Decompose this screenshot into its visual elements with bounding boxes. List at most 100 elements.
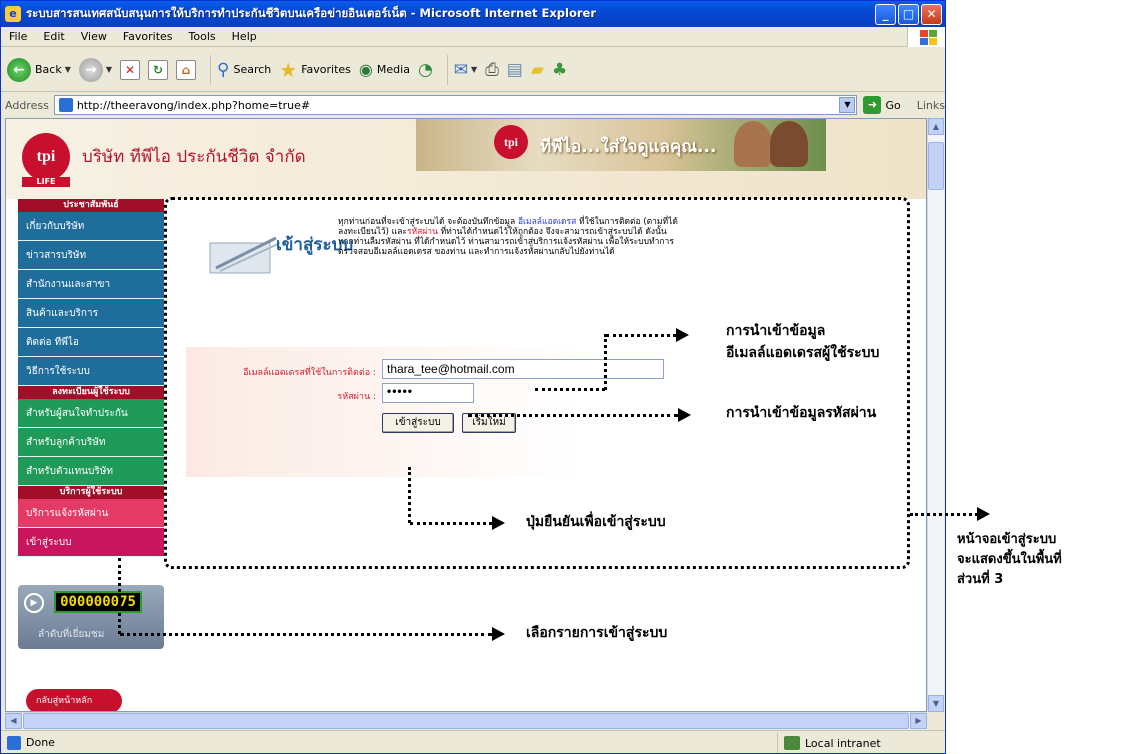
- messenger-icon: ♣: [551, 59, 568, 80]
- print-button[interactable]: ⎙: [485, 60, 499, 80]
- search-icon: ⚲: [217, 59, 230, 80]
- status-bar: Done Local intranet: [1, 730, 945, 753]
- minimize-button[interactable]: _: [875, 4, 896, 25]
- menu-edit[interactable]: Edit: [35, 30, 72, 43]
- sidebar-heading: ประชาสัมพันธ์: [18, 199, 164, 212]
- menu-favorites[interactable]: Favorites: [115, 30, 181, 43]
- dropdown-arrow-icon[interactable]: ▼: [471, 65, 477, 74]
- arrow-right-icon: [492, 516, 505, 530]
- address-label: Address: [5, 98, 49, 112]
- discuss-button[interactable]: ▰: [531, 60, 544, 80]
- counter-value: 000000075: [54, 591, 142, 613]
- media-icon: ◉: [358, 60, 373, 79]
- sidebar-item-news[interactable]: ข่าวสารบริษัท: [18, 241, 164, 270]
- arrow-right-icon: [492, 627, 505, 641]
- close-button[interactable]: ✕: [921, 4, 942, 25]
- banner-slogan: ทีพีไอ...ใส่ใจดูแลคุณ...: [540, 137, 717, 157]
- sidebar-item-login[interactable]: เข้าสู่ระบบ: [18, 528, 164, 557]
- search-button[interactable]: ⚲ Search: [217, 60, 271, 80]
- connector-line: [120, 633, 492, 636]
- menu-tools[interactable]: Tools: [181, 30, 224, 43]
- edit-button[interactable]: ▤: [507, 60, 523, 80]
- connector-line: [535, 388, 605, 391]
- connector-line: [604, 334, 607, 390]
- sidebar-item-contact[interactable]: ติดต่อ ทีพีไอ: [18, 328, 164, 357]
- scroll-down-icon[interactable]: ▼: [928, 695, 944, 712]
- address-url: http://theeravong/index.php?home=true#: [76, 98, 311, 112]
- history-icon: ◔: [417, 59, 433, 80]
- stop-icon: ✕: [120, 59, 141, 80]
- email-callout: การนำเข้าข้อมูล อีเมลล์แอดเดรสผู้ใช้ระบบ: [726, 323, 880, 361]
- sidebar-item-password-service[interactable]: บริการแจ้งรหัสผ่าน: [18, 499, 164, 528]
- back-to-home-button[interactable]: กลับสู่หน้าหลัก: [26, 689, 122, 711]
- history-button[interactable]: ◔: [418, 60, 433, 80]
- site-header: tpi LIFE บริษัท ทีพีไอ ประกันชีวิต จำกัด…: [6, 119, 926, 199]
- sidebar-item-offices[interactable]: สำนักงานและสาขา: [18, 270, 164, 299]
- menu-callout: เลือกรายการเข้าสู่ระบบ: [526, 625, 668, 641]
- header-banner: tpi ทีพีไอ...ใส่ใจดูแลคุณ...: [416, 119, 826, 171]
- address-input[interactable]: http://theeravong/index.php?home=true# ▼: [53, 95, 858, 115]
- intranet-icon: [784, 736, 800, 750]
- sidebar-item-howto[interactable]: วิธีการใช้ระบบ: [18, 357, 164, 386]
- forward-button[interactable]: → ▼: [78, 57, 112, 82]
- sidebar-item-agent[interactable]: สำหรับตัวแทนบริษัท: [18, 457, 164, 486]
- menu-bar: File Edit View Favorites Tools Help: [1, 27, 945, 47]
- counter-label: ลำดับที่เยี่ยมชม: [38, 629, 105, 640]
- messenger-button[interactable]: ♣: [552, 60, 567, 80]
- connector-line: [468, 414, 678, 417]
- back-button[interactable]: ← Back ▼: [7, 57, 71, 82]
- page-icon: [58, 98, 73, 112]
- scroll-thumb[interactable]: [928, 142, 944, 190]
- sidebar-item-prospect[interactable]: สำหรับผู้สนใจทำประกัน: [18, 399, 164, 428]
- visitor-counter: ▶ 000000075 ลำดับที่เยี่ยมชม: [18, 585, 164, 649]
- scroll-up-icon[interactable]: ▲: [928, 118, 944, 135]
- star-icon: ★: [279, 57, 298, 82]
- title-bar[interactable]: e ระบบสารสนเทศสนับสนุนการให้บริการทำประก…: [1, 1, 945, 27]
- home-icon: ⌂: [176, 59, 197, 80]
- mail-button[interactable]: ✉ ▼: [454, 60, 477, 80]
- toolbar-separator: [446, 54, 448, 85]
- scroll-thumb[interactable]: [23, 713, 909, 729]
- stop-button[interactable]: ✕: [120, 59, 141, 80]
- dropdown-arrow-icon[interactable]: ▼: [65, 65, 71, 74]
- sidebar-item-products[interactable]: สินค้าและบริการ: [18, 299, 164, 328]
- password-callout: การนำเข้าข้อมูลรหัสผ่าน: [726, 405, 877, 421]
- company-logo[interactable]: tpi: [22, 133, 70, 181]
- ie-icon: e: [5, 6, 21, 22]
- arrow-right-icon: [977, 507, 990, 521]
- address-bar: Address http://theeravong/index.php?home…: [1, 93, 945, 117]
- menu-view[interactable]: View: [73, 30, 115, 43]
- security-zone: Local intranet: [777, 733, 937, 753]
- media-button[interactable]: ◉ Media: [359, 60, 410, 79]
- vertical-scrollbar[interactable]: ▲ ▼: [927, 118, 944, 712]
- family-photo: [770, 121, 808, 167]
- dropdown-arrow-icon[interactable]: ▼: [106, 65, 112, 74]
- toolbar-separator: [210, 54, 212, 85]
- horizontal-scrollbar[interactable]: ◀ ▶: [5, 712, 927, 729]
- favorites-button[interactable]: ★ Favorites: [279, 58, 351, 82]
- toolbar: ← Back ▼ → ▼ ✕ ↻ ⌂ ⚲ Search ★ Favorites …: [1, 48, 945, 92]
- forward-arrow-icon: →: [78, 57, 103, 82]
- sidebar-item-customer[interactable]: สำหรับลูกค้าบริษัท: [18, 428, 164, 457]
- mail-icon: ✉: [453, 59, 469, 80]
- go-button[interactable]: ➜ Go: [863, 96, 901, 114]
- maximize-button[interactable]: □: [898, 4, 919, 25]
- menu-file[interactable]: File: [1, 30, 35, 43]
- play-icon: ▶: [24, 593, 44, 613]
- scroll-left-icon[interactable]: ◀: [5, 713, 22, 729]
- company-logo-sub: LIFE: [22, 177, 70, 187]
- refresh-button[interactable]: ↻: [148, 59, 169, 80]
- family-photo: [734, 121, 772, 167]
- refresh-icon: ↻: [148, 59, 169, 80]
- connector-line: [118, 558, 121, 634]
- go-arrow-icon: ➜: [863, 96, 882, 114]
- scroll-right-icon[interactable]: ▶: [910, 713, 927, 729]
- links-button[interactable]: Links: [917, 99, 945, 112]
- chevron-down-icon[interactable]: ▼: [839, 97, 856, 113]
- window-title: ระบบสารสนเทศสนับสนุนการให้บริการทำประกัน…: [26, 6, 596, 20]
- sidebar-item-about[interactable]: เกี่ยวกับบริษัท: [18, 212, 164, 241]
- home-button[interactable]: ⌂: [176, 59, 197, 80]
- screen-callout: หน้าจอเข้าสู่ระบบ จะแสดงขึ้นในพื้นที่ ส่…: [957, 532, 1062, 587]
- menu-help[interactable]: Help: [224, 30, 265, 43]
- back-arrow-icon: ←: [7, 57, 31, 82]
